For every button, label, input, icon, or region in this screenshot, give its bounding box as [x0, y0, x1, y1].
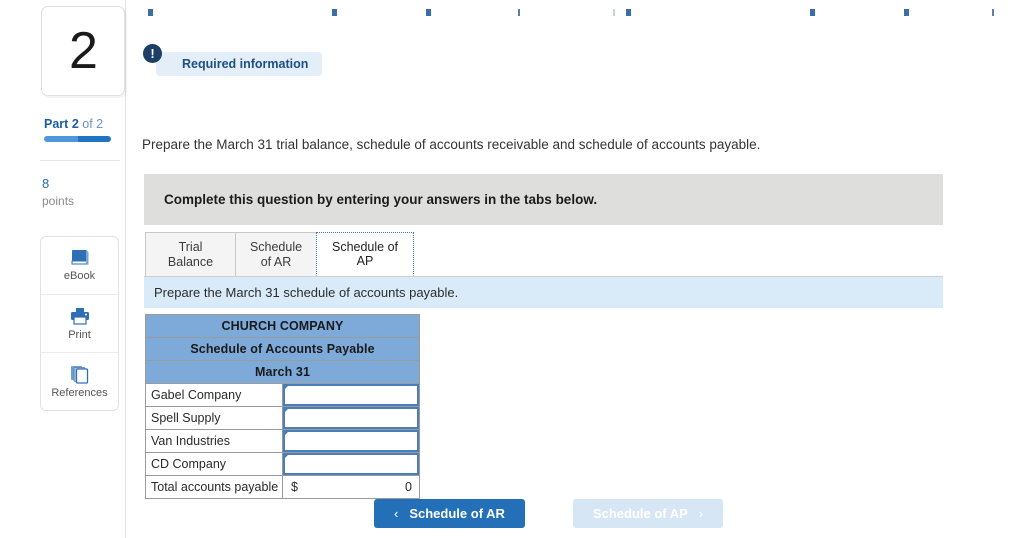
menu-tick-mark — [613, 9, 615, 16]
top-menu-strip-cutoff — [0, 0, 1024, 24]
menu-tick-mark — [148, 9, 153, 16]
cell-marker-icon — [284, 385, 289, 390]
book-icon — [70, 249, 90, 267]
printer-icon — [69, 307, 91, 326]
table-row: CD Company — [145, 452, 420, 476]
required-information-label: Required information — [182, 57, 309, 71]
table-title-row: March 31 — [145, 360, 420, 384]
next-schedule-of-ap-button: Schedule of AP › — [572, 499, 724, 528]
prev-schedule-of-ar-button[interactable]: ‹ Schedule of AR — [374, 499, 525, 528]
part-current: 2 — [71, 117, 79, 131]
tab-navigation: ‹ Schedule of AR Schedule of AP › — [374, 499, 724, 528]
schedule-name-header: Schedule of Accounts Payable — [145, 337, 420, 361]
cell-marker-icon — [284, 454, 289, 459]
points-label: points — [42, 194, 75, 208]
menu-tick-mark — [810, 9, 815, 16]
amount-input-van-industries[interactable] — [282, 429, 420, 453]
menu-tick-mark — [426, 9, 431, 16]
table-row: Van Industries — [145, 429, 420, 453]
references-label: References — [51, 386, 108, 399]
question-number-card: 2 — [41, 6, 125, 96]
schedule-of-accounts-payable-table: CHURCH COMPANY Schedule of Accounts Paya… — [145, 314, 420, 499]
total-label: Total accounts payable — [145, 475, 283, 499]
menu-tick-mark — [332, 9, 337, 16]
tab-schedule-of-ap-label: Schedule of AP — [331, 239, 399, 268]
row-label: Gabel Company — [145, 383, 283, 407]
amount-input-cd-company[interactable] — [282, 452, 420, 476]
table-row: Gabel Company — [145, 383, 420, 407]
question-sidebar: 2 Part 2 of 2 8 points eBook Print Refer… — [0, 0, 126, 538]
tool-panel: eBook Print References — [40, 236, 119, 411]
tab-schedule-of-ar-label: Schedule of AR — [249, 240, 303, 269]
amount-input-spell-supply[interactable] — [282, 406, 420, 430]
blue-instruction-bar: Prepare the March 31 schedule of account… — [144, 276, 943, 308]
table-row: Spell Supply — [145, 406, 420, 430]
documents-icon — [70, 365, 90, 384]
print-label: Print — [68, 328, 91, 341]
part-progress-bar — [44, 136, 111, 142]
tab-trial-balance[interactable]: Trial Balance — [145, 232, 236, 276]
menu-tick-mark — [626, 9, 631, 16]
row-label: Van Industries — [145, 429, 283, 453]
menu-tick-mark — [518, 9, 520, 16]
gray-instruction-text: Complete this question by entering your … — [164, 192, 598, 207]
cell-marker-icon — [284, 408, 289, 413]
row-label: CD Company — [145, 452, 283, 476]
menu-tick-mark — [904, 9, 909, 16]
part-indicator: Part 2 of 2 — [44, 117, 103, 131]
gray-instruction-bar: Complete this question by entering your … — [144, 174, 943, 225]
progress-segment-1 — [44, 136, 78, 142]
tab-schedule-of-ar[interactable]: Schedule of AR — [235, 232, 317, 276]
sidebar-divider — [40, 160, 120, 161]
table-title-row: Schedule of Accounts Payable — [145, 337, 420, 361]
amount-input-gabel-company[interactable] — [282, 383, 420, 407]
table-total-row: Total accounts payable $ 0 — [145, 475, 420, 499]
date-header: March 31 — [145, 360, 420, 384]
tab-schedule-of-ap[interactable]: Schedule of AP — [316, 232, 414, 276]
exclamation-icon: ! — [143, 44, 162, 63]
tab-trial-balance-label: Trial Balance — [167, 240, 214, 269]
currency-symbol: $ — [291, 480, 298, 494]
total-amount-value: 0 — [405, 480, 412, 494]
chevron-right-icon: › — [698, 506, 704, 521]
question-prompt: Prepare the March 31 trial balance, sche… — [142, 137, 761, 152]
required-information-banner: Required information — [156, 52, 323, 76]
question-number: 2 — [69, 22, 98, 80]
chevron-left-icon: ‹ — [394, 506, 399, 521]
next-button-label: Schedule of AP — [592, 506, 688, 521]
company-name-header: CHURCH COMPANY — [145, 314, 420, 338]
menu-tick-mark — [992, 9, 994, 16]
blue-instruction-text: Prepare the March 31 schedule of account… — [154, 285, 459, 300]
ebook-label: eBook — [63, 270, 96, 282]
progress-segment-2 — [77, 136, 111, 142]
points-value: 8 — [42, 176, 50, 191]
part-prefix: Part — [44, 117, 69, 131]
row-label: Spell Supply — [145, 406, 283, 430]
print-button[interactable]: Print — [41, 295, 118, 353]
part-connector: of — [82, 117, 93, 131]
answer-tabs: Trial Balance Schedule of AR Schedule of… — [145, 232, 414, 276]
part-total: 2 — [96, 117, 104, 131]
prev-button-label: Schedule of AR — [409, 506, 505, 521]
cell-marker-icon — [284, 431, 289, 436]
references-button[interactable]: References — [41, 353, 118, 410]
ebook-button[interactable]: eBook — [41, 237, 118, 295]
table-title-row: CHURCH COMPANY — [145, 314, 420, 338]
total-amount-cell: $ 0 — [282, 475, 420, 499]
